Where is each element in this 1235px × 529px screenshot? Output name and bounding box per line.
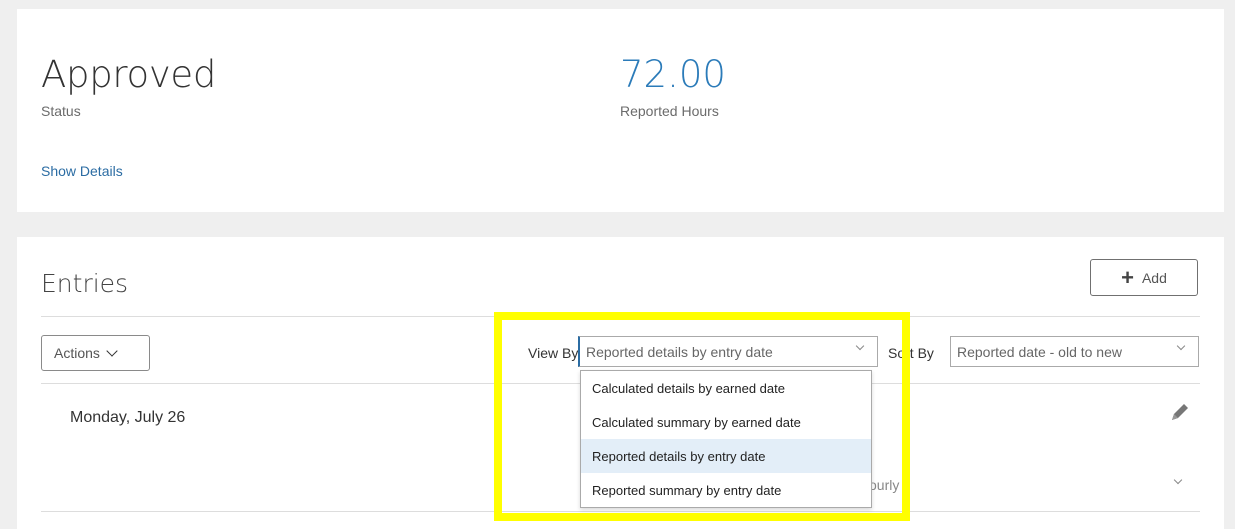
expand-chevron-icon[interactable] (1173, 475, 1183, 485)
chevron-down-icon (1176, 341, 1186, 351)
show-details-link[interactable]: Show Details (41, 163, 123, 179)
entry-detail-text: ourly (869, 477, 900, 493)
entry-day-label: Monday, July 26 (70, 409, 186, 426)
status-label: Status (41, 103, 81, 119)
add-button[interactable]: + Add (1090, 259, 1198, 296)
status-value: Approved (41, 53, 217, 96)
view-by-value: Reported details by entry date (586, 343, 773, 360)
chevron-down-icon (855, 341, 865, 351)
divider (41, 511, 1200, 512)
dropdown-option[interactable]: Reported summary by entry date (581, 473, 871, 507)
dropdown-option-selected[interactable]: Reported details by entry date (581, 439, 871, 473)
actions-menu-button[interactable]: Actions (41, 335, 150, 371)
reported-hours-value: 72.00 (620, 53, 726, 96)
view-by-dropdown-list: Calculated details by earned date Calcul… (580, 370, 872, 508)
sort-by-label: Sort By (888, 345, 934, 361)
sort-by-select[interactable]: Reported date - old to new (950, 336, 1199, 367)
timecard-summary-card: Approved Status 72.00 Reported Hours Sho… (17, 9, 1224, 212)
reported-hours-label: Reported Hours (620, 103, 719, 119)
add-button-label: Add (1141, 269, 1167, 286)
sort-by-value: Reported date - old to new (957, 343, 1122, 360)
view-by-select[interactable]: Reported details by entry date (578, 336, 878, 367)
dropdown-option[interactable]: Calculated details by earned date (581, 371, 871, 405)
actions-label: Actions (54, 345, 100, 361)
view-by-label: View By (528, 345, 579, 361)
edit-pencil-icon[interactable] (1169, 401, 1191, 423)
divider (41, 316, 1200, 317)
plus-icon: + (1121, 264, 1134, 290)
entries-title: Entries (41, 269, 129, 298)
dropdown-option[interactable]: Calculated summary by earned date (581, 405, 871, 439)
chevron-down-icon (106, 345, 118, 357)
